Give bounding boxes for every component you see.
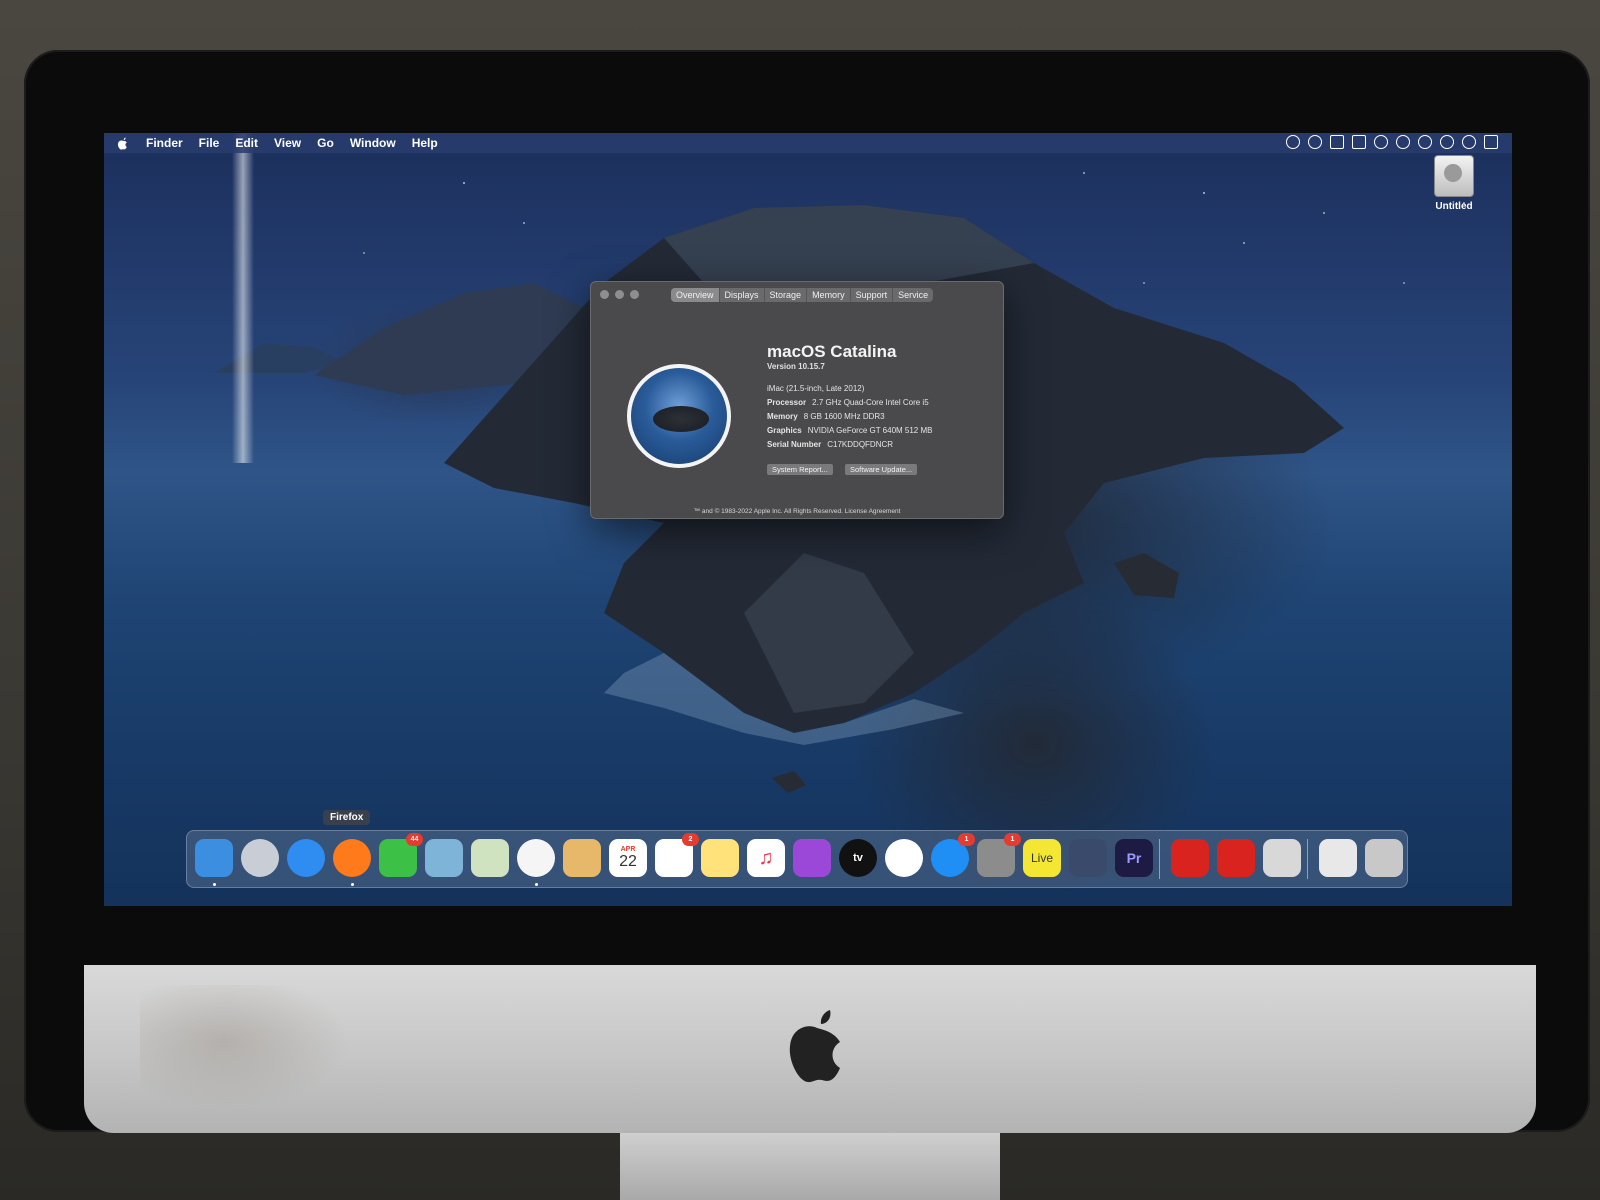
os-name: macOS Catalina (767, 342, 897, 361)
launchpad-icon[interactable] (241, 839, 279, 877)
catalina-island-wallpaper (214, 205, 1344, 793)
adobe-acrobat-distiller-icon[interactable] (1217, 839, 1255, 877)
firefox-icon[interactable] (333, 839, 371, 877)
adobe-acrobat-icon[interactable] (1171, 839, 1209, 877)
airplay-icon[interactable] (1330, 135, 1344, 149)
wifi-icon[interactable] (1396, 135, 1410, 149)
contacts-icon[interactable] (563, 839, 601, 877)
close-button[interactable] (600, 290, 609, 299)
imac-stand (620, 1133, 1000, 1200)
apple-logo-icon (789, 1010, 840, 1083)
menu-help[interactable]: Help (412, 136, 438, 150)
calendar-month: APR (620, 845, 636, 853)
spec-processor: Processor 2.7 GHz Quad-Core Intel Core i5 (767, 398, 929, 407)
clock-icon[interactable] (1418, 135, 1432, 149)
podcasts-icon[interactable] (793, 839, 831, 877)
app-store-icon[interactable]: 1 (931, 833, 975, 877)
facetime-icon[interactable]: 44 (379, 833, 423, 877)
menu-finder[interactable]: Finder (146, 136, 183, 150)
system-preferences-icon[interactable]: 1 (977, 833, 1021, 877)
location-icon[interactable] (1286, 135, 1300, 149)
desktop-screen: Finder File Edit View Go Window Help Unt… (104, 133, 1512, 906)
davinci-resolve-icon[interactable] (1069, 839, 1107, 877)
reminders-icon[interactable]: 2 (655, 833, 699, 877)
news-icon[interactable] (885, 839, 923, 877)
notes-icon[interactable] (701, 839, 739, 877)
logo-island-icon (653, 406, 709, 432)
about-tabs: Overview Displays Storage Memory Support… (671, 288, 934, 302)
menu-file[interactable]: File (199, 136, 220, 150)
creative-cloud-icon[interactable] (1308, 135, 1322, 149)
notification-center-icon[interactable] (1484, 135, 1498, 149)
tab-memory[interactable]: Memory (806, 288, 850, 302)
calendar-icon[interactable]: APR 22 (609, 839, 647, 877)
menu-go[interactable]: Go (317, 136, 334, 150)
menu-bar: Finder File Edit View Go Window Help (104, 133, 1512, 153)
desktop-drive[interactable]: Untitled (1424, 155, 1484, 212)
screen-sharing-icon[interactable] (1263, 839, 1301, 877)
dock-separator (1159, 839, 1160, 879)
spotlight-search-icon[interactable] (1440, 135, 1454, 149)
dock-separator-2 (1307, 839, 1308, 879)
menu-window[interactable]: Window (350, 136, 396, 150)
about-this-mac-window: Overview Displays Storage Memory Support… (590, 281, 1004, 519)
dock: 44 APR 22 2 ♫ tv 1 1 Live Pr (186, 830, 1408, 888)
premiere-pro-icon[interactable]: Pr (1115, 839, 1153, 877)
tab-service[interactable]: Service (892, 288, 933, 302)
reminders-badge: 2 (682, 833, 699, 846)
ableton-live-icon[interactable]: Live (1023, 839, 1061, 877)
minimize-button[interactable] (615, 290, 624, 299)
bluetooth-icon[interactable] (1374, 135, 1388, 149)
drive-label: Untitled (1435, 201, 1473, 212)
music-icon[interactable]: ♫ (747, 839, 785, 877)
battery-icon[interactable] (1352, 135, 1366, 149)
tab-overview[interactable]: Overview (671, 288, 719, 302)
photos-icon[interactable] (517, 839, 555, 877)
spec-memory: Memory 8 GB 1600 MHz DDR3 (767, 412, 885, 421)
siri-icon[interactable] (1462, 135, 1476, 149)
facetime-badge: 44 (406, 833, 423, 846)
spec-graphics: Graphics NVIDIA GeForce GT 640M 512 MB (767, 426, 933, 435)
premiere-label: Pr (1126, 850, 1142, 866)
finder-icon[interactable] (195, 839, 233, 877)
calendar-day: 22 (619, 852, 637, 870)
documents-folder-icon[interactable] (1319, 839, 1357, 877)
safari-icon[interactable] (287, 839, 325, 877)
menu-view[interactable]: View (274, 136, 301, 150)
dock-tooltip: Firefox (323, 810, 371, 825)
software-update-button[interactable]: Software Update... (845, 464, 918, 475)
tab-storage[interactable]: Storage (763, 288, 807, 302)
system-report-button[interactable]: System Report... (767, 464, 833, 475)
model-name: iMac (21.5-inch, Late 2012) (767, 384, 865, 393)
system-preferences-badge: 1 (1004, 833, 1021, 846)
status-menu-extras (1286, 135, 1498, 149)
os-version: Version 10.15.7 (767, 362, 825, 371)
menu-edit[interactable]: Edit (235, 136, 258, 150)
live-label: Live (1030, 851, 1053, 865)
macos-catalina-logo (627, 364, 731, 468)
appletv-label: tv (853, 852, 863, 864)
tab-displays[interactable]: Displays (718, 288, 764, 302)
copyright-footer: ™ and © 1983-2022 Apple Inc. All Rights … (693, 508, 901, 515)
trash-icon[interactable] (1365, 839, 1403, 877)
preview-icon[interactable] (425, 839, 463, 877)
chin-smudge (140, 985, 350, 1110)
maps-icon[interactable] (471, 839, 509, 877)
apple-menu-icon[interactable] (116, 136, 130, 150)
appletv-icon[interactable]: tv (839, 839, 877, 877)
zoom-button[interactable] (630, 290, 639, 299)
spec-serial-number: Serial Number C17KDDQFDNCR (767, 440, 894, 449)
screen-glare (232, 133, 254, 463)
tab-support[interactable]: Support (849, 288, 893, 302)
hard-drive-icon[interactable] (1434, 155, 1474, 197)
app-store-badge: 1 (958, 833, 975, 846)
window-titlebar: Overview Displays Storage Memory Support… (591, 282, 1003, 306)
